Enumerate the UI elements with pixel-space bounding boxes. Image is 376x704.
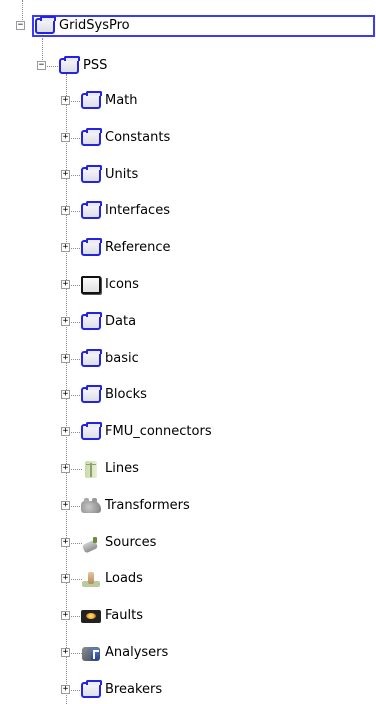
tree-node-label: Reference <box>105 240 171 255</box>
tree-node-label: Analysers <box>105 645 169 660</box>
expand-toggle[interactable]: + <box>61 538 70 547</box>
tree-node-label: Data <box>105 314 137 329</box>
tree-node-basic[interactable]: basic <box>80 348 139 370</box>
tree-node-label: Loads <box>105 571 143 586</box>
tree-node-units[interactable]: Units <box>80 164 138 186</box>
tree-node-gridsyspro[interactable]: GridSysPro <box>32 15 375 37</box>
icons-package-icon <box>80 276 102 294</box>
tree-node-label: basic <box>105 351 139 366</box>
expand-toggle[interactable]: + <box>61 611 70 620</box>
package-icon <box>80 312 102 331</box>
expand-toggle[interactable]: + <box>61 243 70 252</box>
tree-node-label: Faults <box>105 608 143 623</box>
expand-toggle[interactable]: + <box>61 427 70 436</box>
package-icon <box>58 56 80 75</box>
tree-node-analysers[interactable]: Analysers <box>80 642 168 664</box>
tree-node-label: Sources <box>105 535 157 550</box>
package-icon <box>80 201 102 220</box>
tree-row-blocks[interactable]: + Blocks <box>0 383 376 407</box>
tree-node-label: Breakers <box>105 682 163 697</box>
tree-node-label: Transformers <box>105 498 190 513</box>
package-icon <box>80 680 102 699</box>
package-icon <box>34 16 56 35</box>
tree-node-lines[interactable]: Lines <box>80 458 139 480</box>
collapse-toggle[interactable]: − <box>37 61 46 70</box>
tree-row-interfaces[interactable]: + Interfaces <box>0 199 376 223</box>
tree-node-label: Blocks <box>105 387 147 402</box>
expand-toggle[interactable]: + <box>61 648 70 657</box>
tree-node-transformers[interactable]: Transformers <box>80 495 190 517</box>
expand-toggle[interactable]: + <box>61 574 70 583</box>
tree-node-label: GridSysPro <box>59 18 130 33</box>
fault-icon <box>80 607 102 625</box>
tree-node-pss[interactable]: PSS <box>58 55 107 77</box>
expand-toggle[interactable]: + <box>61 133 70 142</box>
package-icon <box>80 422 102 441</box>
tree-node-faults[interactable]: Faults <box>80 605 143 627</box>
tree-node-sources[interactable]: Sources <box>80 532 156 554</box>
package-icon <box>80 165 102 184</box>
tree-node-label: FMU_connectors <box>105 424 212 439</box>
expand-toggle[interactable]: + <box>61 501 70 510</box>
tree-node-breakers[interactable]: Breakers <box>80 679 162 701</box>
tree-row-data[interactable]: + Data <box>0 310 376 334</box>
package-tree: − GridSysPro − PSS + Math + Constants + Units… <box>0 0 376 704</box>
tree-row-basic[interactable]: + basic <box>0 347 376 371</box>
source-icon <box>80 534 102 554</box>
package-icon <box>80 349 102 368</box>
tree-node-blocks[interactable]: Blocks <box>80 384 147 406</box>
load-icon <box>80 570 102 588</box>
expand-toggle[interactable]: + <box>61 685 70 694</box>
tree-node-fmu-connectors[interactable]: FMU_connectors <box>80 421 212 443</box>
expand-toggle[interactable]: + <box>61 280 70 289</box>
tree-row-root[interactable]: − GridSysPro <box>0 14 376 38</box>
tree-row-icons[interactable]: + Icons <box>0 273 376 297</box>
tree-row-sources[interactable]: + Sources <box>0 531 376 555</box>
expand-toggle[interactable]: + <box>61 96 70 105</box>
tree-node-label: Constants <box>105 130 171 145</box>
tree-node-reference[interactable]: Reference <box>80 237 170 259</box>
tree-node-icons[interactable]: Icons <box>80 274 139 296</box>
tree-row-constants[interactable]: + Constants <box>0 126 376 150</box>
expand-toggle[interactable]: + <box>61 390 70 399</box>
tree-row-lines[interactable]: + Lines <box>0 457 376 481</box>
tree-node-label: Units <box>105 167 139 182</box>
tree-node-loads[interactable]: Loads <box>80 568 143 590</box>
tree-row-fmu-connectors[interactable]: + FMU_connectors <box>0 420 376 444</box>
tree-node-label: PSS <box>83 58 108 73</box>
tree-node-label: Interfaces <box>105 203 170 218</box>
package-icon <box>80 128 102 147</box>
tree-node-label: Lines <box>105 461 139 476</box>
tree-node-math[interactable]: Math <box>80 90 138 112</box>
tree-node-label: Icons <box>105 277 139 292</box>
analyser-icon <box>80 644 102 662</box>
tree-row-pss[interactable]: − PSS <box>0 54 376 78</box>
lines-icon <box>80 460 102 478</box>
expand-toggle[interactable]: + <box>61 464 70 473</box>
tree-row-transformers[interactable]: + Transformers <box>0 494 376 518</box>
tree-node-label: Math <box>105 93 138 108</box>
tree-node-constants[interactable]: Constants <box>80 127 170 149</box>
expand-toggle[interactable]: + <box>61 317 70 326</box>
tree-row-math[interactable]: + Math <box>0 89 376 113</box>
expand-toggle[interactable]: + <box>61 170 70 179</box>
tree-row-reference[interactable]: + Reference <box>0 236 376 260</box>
package-icon <box>80 385 102 404</box>
package-icon <box>80 91 102 110</box>
package-icon <box>80 238 102 257</box>
collapse-toggle[interactable]: − <box>16 21 25 30</box>
tree-row-units[interactable]: + Units <box>0 163 376 187</box>
tree-row-breakers[interactable]: + Breakers <box>0 678 376 702</box>
expand-toggle[interactable]: + <box>61 354 70 363</box>
expand-toggle[interactable]: + <box>61 206 70 215</box>
tree-row-analysers[interactable]: + Analysers <box>0 641 376 665</box>
transformer-icon <box>80 497 102 515</box>
tree-node-data[interactable]: Data <box>80 311 136 333</box>
tree-row-loads[interactable]: + Loads <box>0 567 376 591</box>
tree-node-interfaces[interactable]: Interfaces <box>80 200 170 222</box>
tree-row-faults[interactable]: + Faults <box>0 604 376 628</box>
